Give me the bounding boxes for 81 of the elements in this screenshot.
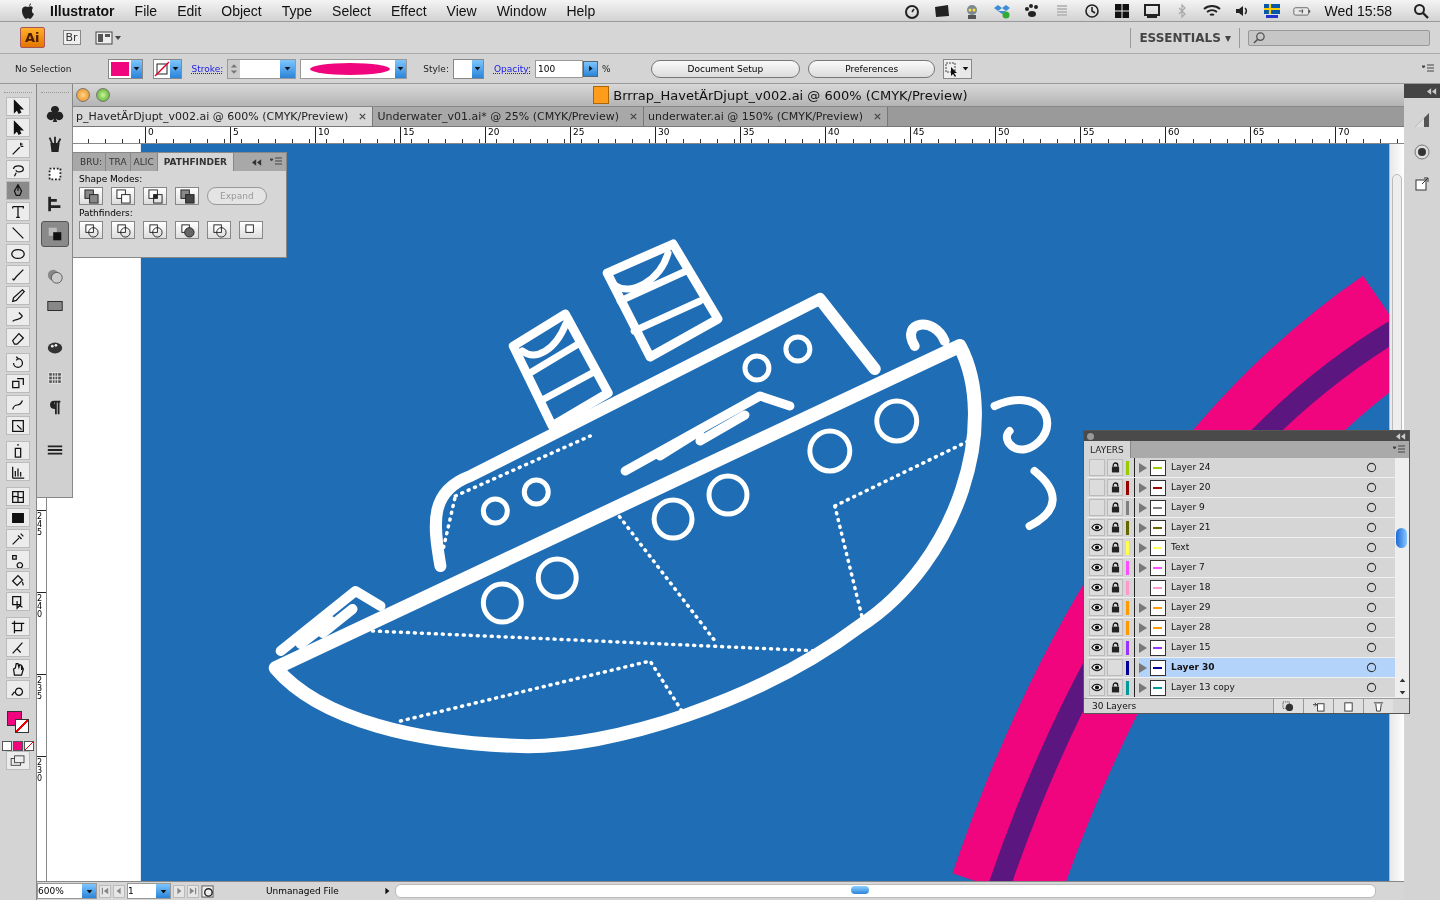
section-label: Shape Modes:: [79, 174, 144, 184]
layer-row[interactable]: Layer 15: [1087, 638, 1395, 658]
layer-row[interactable]: Layer 29: [1087, 598, 1395, 618]
layer-name: Layer 20: [1170, 481, 1212, 494]
menu-item[interactable]: Edit: [177, 2, 202, 19]
opacity-link[interactable]: Opacity:: [493, 63, 531, 74]
toolbar-button[interactable]: Preferences: [808, 59, 936, 78]
document-tab[interactable]: p_HavetÄrDjupt_v002.ai @ 600% (CMYK/Preview): [72, 107, 374, 126]
ruler-label: 20: [488, 127, 500, 137]
menu-item[interactable]: View: [446, 2, 477, 19]
menu-clock[interactable]: Wed 15:58: [1324, 2, 1392, 19]
ruler-label: 30: [658, 127, 670, 137]
document-tab[interactable]: Underwater_v01.ai* @ 25% (CMYK/Preview): [373, 107, 644, 126]
ruler-label: 40: [828, 127, 840, 137]
ruler-label: 230: [37, 759, 43, 783]
menu-item[interactable]: Select: [332, 2, 371, 19]
ruler-label: 65: [1253, 127, 1265, 137]
menu-item[interactable]: Effect: [391, 2, 427, 19]
layer-name: Layer 7: [1170, 561, 1206, 574]
panel-tab[interactable]: BRU:: [77, 153, 107, 171]
ruler-label: 5: [233, 127, 239, 137]
section-label: Pathfinders:: [79, 208, 134, 218]
ruler-label: 245: [37, 513, 43, 537]
bridge-button[interactable]: Br: [62, 30, 81, 45]
file-status: Unmanaged File: [266, 886, 339, 896]
zoom-field[interactable]: 600%: [37, 883, 97, 899]
ruler-label: 15: [403, 127, 415, 137]
layer-row[interactable]: Layer 28: [1087, 618, 1395, 638]
ruler-label: 0: [148, 127, 154, 137]
ruler-label: 25: [573, 127, 585, 137]
layer-name: Layer 21: [1170, 521, 1212, 534]
panel-tab[interactable]: PATHFINDER: [157, 153, 234, 171]
ruler-label: 70: [1338, 127, 1350, 137]
ruler-label: 50: [998, 127, 1010, 137]
layer-row[interactable]: Layer 18: [1087, 578, 1395, 598]
app-menu[interactable]: Illustrator: [50, 2, 115, 19]
ruler-label: 240: [37, 595, 43, 619]
layer-name: Layer 28: [1170, 621, 1212, 634]
panel-tab[interactable]: TRA: [106, 153, 131, 171]
ruler-label: 235: [37, 677, 43, 701]
menu-item[interactable]: Window: [496, 2, 547, 19]
layer-count: 30 Layers: [1092, 701, 1137, 711]
layer-row[interactable]: Layer 7: [1087, 558, 1395, 578]
ruler-label: 35: [743, 127, 755, 137]
stroke-link[interactable]: Stroke:: [191, 63, 224, 74]
opacity-unit: %: [601, 63, 611, 74]
menu-item[interactable]: Object: [221, 2, 262, 19]
layer-row[interactable]: Layer 20: [1087, 478, 1395, 498]
artboard-number: 1: [128, 886, 134, 896]
menu-item[interactable]: Help: [566, 2, 596, 19]
panel-tab[interactable]: ALIC: [130, 153, 158, 171]
layer-name: Layer 13 copy: [1170, 681, 1236, 694]
window-title: Brrrap_HavetÄrDjupt_v002.ai @ 600% (CMYK/Preview): [613, 87, 968, 103]
menu-item[interactable]: File: [134, 2, 158, 19]
layer-name: Text: [1170, 541, 1191, 554]
zoom-value: 600%: [38, 886, 64, 896]
layer-name: Layer 29: [1170, 601, 1212, 614]
ruler-label: 10: [318, 127, 330, 137]
layer-row[interactable]: Layer 21: [1087, 518, 1395, 538]
layer-row[interactable]: Layer 24: [1087, 458, 1395, 478]
layer-name: Layer 9: [1170, 501, 1206, 514]
ruler-label: 55: [1083, 127, 1095, 137]
layer-name: Layer 15: [1170, 641, 1212, 654]
panel-tab[interactable]: LAYERS: [1084, 441, 1131, 458]
layer-name: Layer 18: [1170, 581, 1212, 594]
artboard-field[interactable]: 1: [127, 883, 171, 899]
layer-row[interactable]: Text: [1087, 538, 1395, 558]
layer-row[interactable]: Layer 9: [1087, 498, 1395, 518]
workspace-switcher[interactable]: ESSENTIALS ▾: [1139, 30, 1231, 45]
ruler-label: 45: [913, 127, 925, 137]
opacity-field[interactable]: 100: [534, 59, 583, 78]
selection-status: No Selection: [15, 63, 72, 74]
app-logo: Ai: [20, 27, 45, 48]
style-label: Style:: [423, 63, 449, 74]
layer-row[interactable]: Layer 13 copy: [1087, 678, 1395, 698]
layer-row[interactable]: Layer 30: [1087, 658, 1395, 678]
menu-item[interactable]: Type: [281, 2, 313, 19]
document-tab[interactable]: underwater.ai @ 150% (CMYK/Preview): [643, 107, 888, 126]
toolbar-button[interactable]: Document Setup: [650, 59, 801, 78]
layer-name: Layer 24: [1170, 461, 1212, 474]
ruler-label: 60: [1168, 127, 1180, 137]
